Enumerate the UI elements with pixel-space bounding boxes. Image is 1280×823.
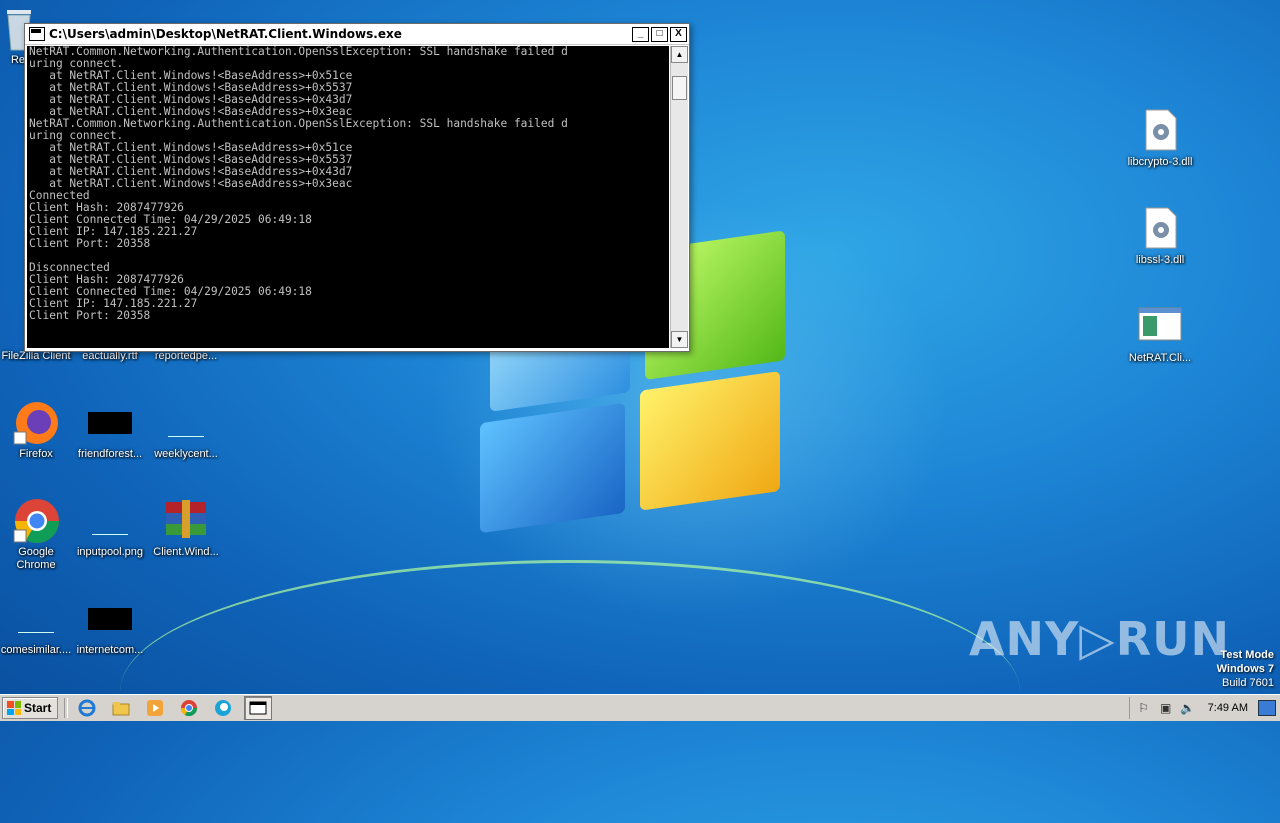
console-app-icon	[29, 27, 45, 41]
media-player-icon[interactable]	[142, 697, 168, 719]
system-tray: ⚐ ▣ 🔈 7:49 AM	[1128, 697, 1280, 719]
show-desktop-button[interactable]	[1258, 700, 1276, 716]
volume-icon[interactable]: 🔈	[1180, 700, 1196, 716]
maximize-button[interactable]: □	[651, 26, 668, 42]
chrome-taskbar-icon[interactable]	[176, 697, 202, 719]
desktop-icon-label: NetRAT.Cli...	[1128, 352, 1192, 364]
desktop-icon-comesimilar[interactable]: comesimilar....	[0, 594, 74, 657]
executable-icon	[1136, 302, 1184, 350]
start-button[interactable]: Start	[2, 697, 59, 719]
desktop-icon-firefox[interactable]: Firefox	[0, 398, 74, 461]
taskbar: Start ⚐ ▣ 🔈 7:49 AM	[0, 694, 1280, 721]
desktop-icon-label: inputpool.png	[76, 546, 144, 558]
console-taskbar-button[interactable]	[244, 696, 273, 720]
wallpaper-swoosh	[120, 560, 1020, 823]
windows-logo-icon	[7, 701, 21, 715]
desktop-icon-weeklycent[interactable]: weeklycent...	[148, 398, 224, 461]
test-mode-line: Test Mode	[1220, 649, 1274, 661]
flag-icon[interactable]: ⚐	[1136, 700, 1152, 716]
desktop-icon-label: internetcom...	[76, 644, 144, 656]
dll-file-icon	[1136, 204, 1184, 252]
console-window[interactable]: C:\Users\admin\Desktop\NetRAT.Client.Win…	[24, 23, 690, 352]
desktop-icon-label: friendforest...	[77, 448, 143, 460]
black-thumbnail-icon	[86, 594, 134, 642]
console-text: NetRAT.Common.Networking.Authentication.…	[29, 46, 568, 322]
vertical-scrollbar[interactable]: ▲ ▼	[670, 46, 688, 348]
close-button[interactable]: X	[670, 26, 687, 42]
edge-icon[interactable]	[210, 697, 236, 719]
blank-thumbnail-icon	[12, 594, 60, 642]
desktop-icon-inputpool[interactable]: inputpool.png	[72, 496, 148, 559]
taskbar-separator	[64, 698, 69, 718]
taskbar-clock[interactable]: 7:49 AM	[1208, 702, 1248, 714]
scrollbar-thumb[interactable]	[672, 76, 687, 100]
scroll-down-arrow-icon[interactable]: ▼	[671, 331, 688, 348]
scroll-up-arrow-icon[interactable]: ▲	[671, 46, 688, 63]
desktop-icon-label: libssl-3.dll	[1135, 254, 1185, 266]
desktop-icon-netratcli[interactable]: NetRAT.Cli...	[1122, 302, 1198, 365]
desktop-icon-chrome[interactable]: Google Chrome	[0, 496, 74, 572]
window-title: C:\Users\admin\Desktop\NetRAT.Client.Win…	[49, 27, 402, 41]
blank-thumbnail-icon	[86, 496, 134, 544]
desktop-icon-internetcom[interactable]: internetcom...	[72, 594, 148, 657]
desktop-icon-label: Google Chrome	[16, 546, 56, 571]
anyrun-watermark: ANY▷RUN	[968, 612, 1230, 666]
black-thumbnail-icon	[86, 398, 134, 446]
desktop-icon-friendforest[interactable]: friendforest...	[72, 398, 148, 461]
dll-file-icon	[1136, 106, 1184, 154]
test-mode-notice: Test Mode Windows 7 Build 7601	[1217, 648, 1274, 690]
console-output[interactable]: NetRAT.Common.Networking.Authentication.…	[27, 46, 669, 348]
windows-version-line: Windows 7	[1216, 663, 1274, 675]
desktop-icon-label: comesimilar....	[0, 644, 72, 656]
network-icon[interactable]: ▣	[1158, 700, 1174, 716]
winrar-archive-icon	[162, 496, 210, 544]
file-explorer-icon[interactable]	[108, 697, 134, 719]
chrome-icon	[12, 496, 60, 544]
firefox-icon	[12, 398, 60, 446]
window-titlebar[interactable]: C:\Users\admin\Desktop\NetRAT.Client.Win…	[25, 24, 689, 45]
minimize-button[interactable]: _	[632, 26, 649, 42]
desktop-icon-clientwind[interactable]: Client.Wind...	[148, 496, 224, 559]
desktop-icon-label: libcrypto-3.dll	[1127, 156, 1193, 168]
desktop-icon-libcrypto[interactable]: libcrypto-3.dll	[1122, 106, 1198, 169]
desktop-icon-label: weeklycent...	[154, 448, 218, 460]
internet-explorer-icon[interactable]	[74, 697, 100, 719]
build-line: Build 7601	[1222, 677, 1274, 689]
blank-thumbnail-icon	[162, 398, 210, 446]
start-label: Start	[24, 701, 52, 715]
desktop-icon-label: Client.Wind...	[153, 546, 219, 558]
desktop-icon-libssl[interactable]: libssl-3.dll	[1122, 204, 1198, 267]
desktop-icon-label: Firefox	[19, 448, 53, 460]
